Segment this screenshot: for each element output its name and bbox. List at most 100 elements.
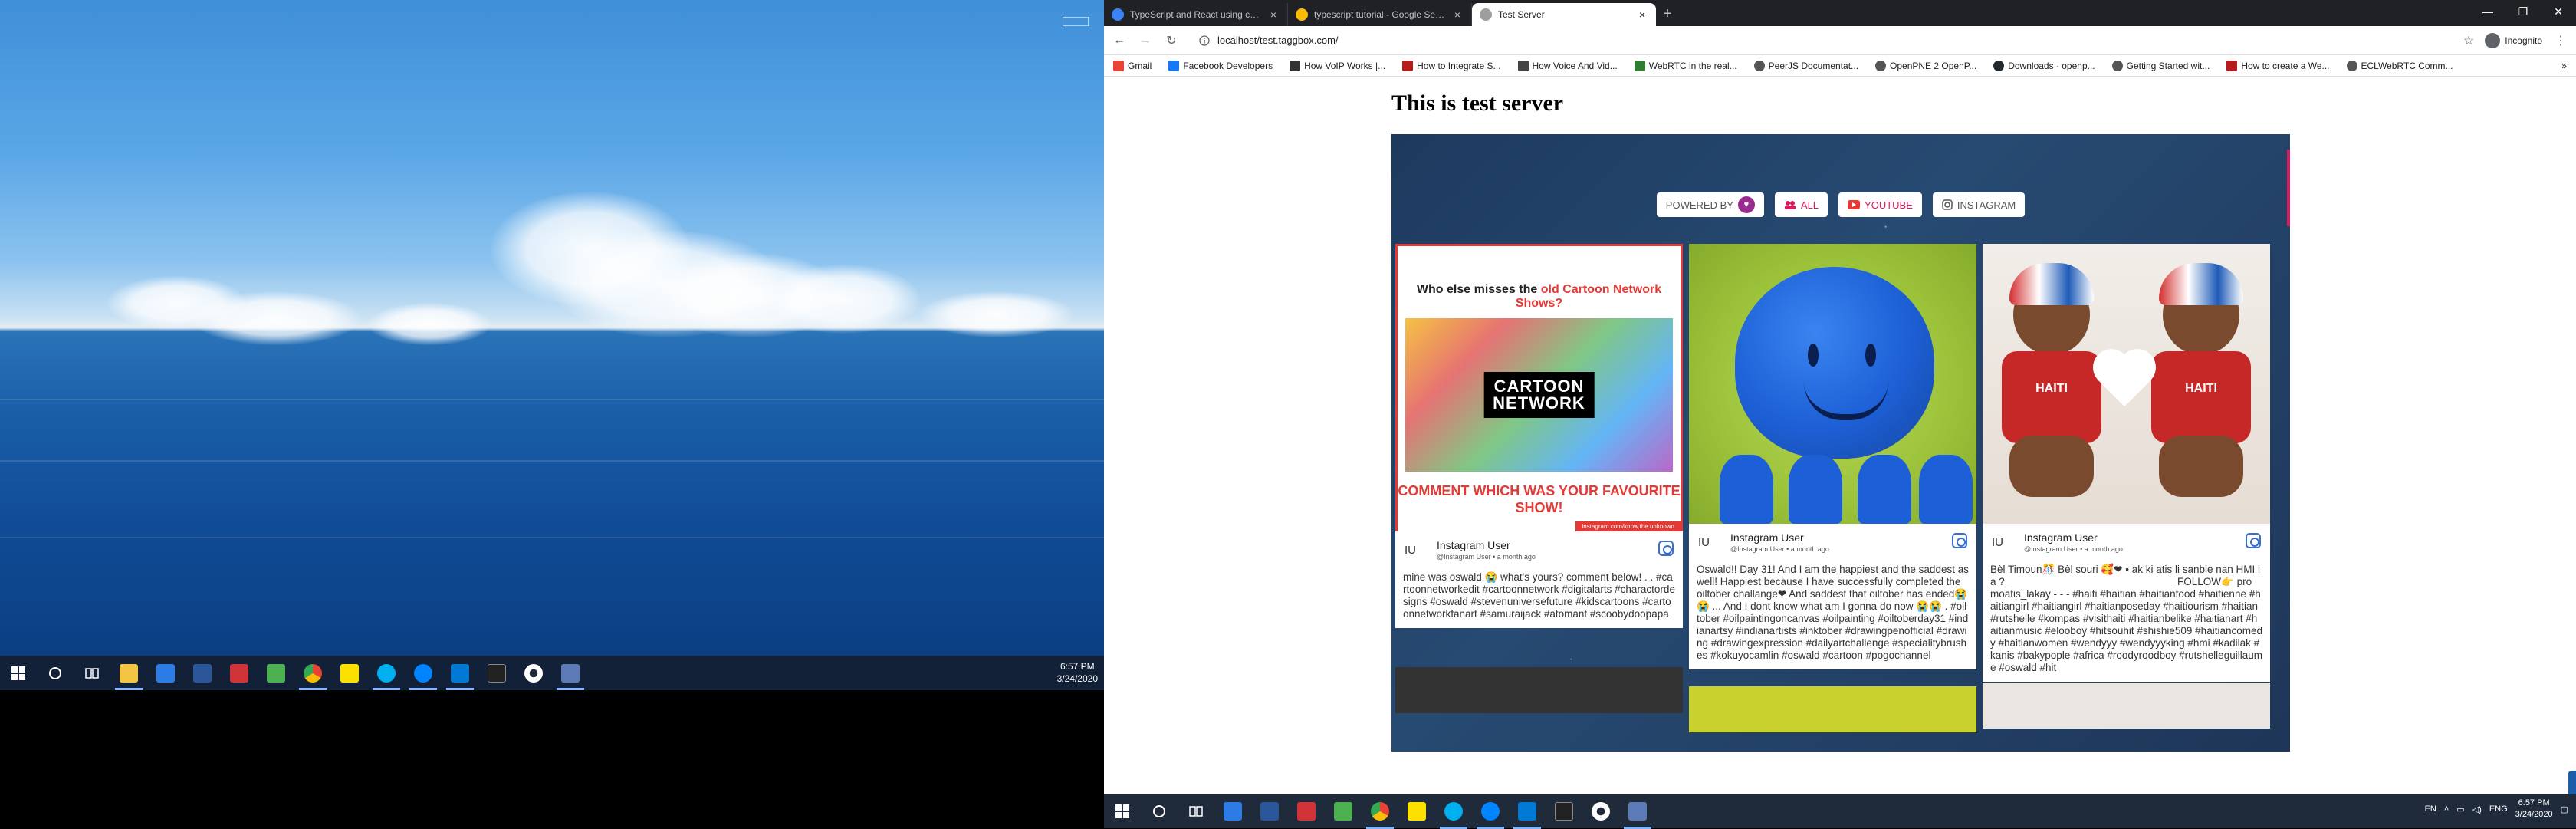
- language-indicator[interactable]: EN: [2425, 804, 2436, 814]
- incognito-indicator[interactable]: Incognito: [2485, 32, 2542, 48]
- sticky-button[interactable]: [331, 656, 368, 690]
- messenger-button[interactable]: [405, 656, 442, 690]
- post-card-partial[interactable]: [1983, 683, 2270, 729]
- powered-by-badge[interactable]: POWERED BY ♥: [1656, 192, 1764, 217]
- vscode-button[interactable]: [1509, 794, 1546, 829]
- settings-button[interactable]: [515, 656, 552, 690]
- post-image[interactable]: [1689, 244, 1976, 524]
- desktop-widget-icon[interactable]: [1063, 17, 1089, 26]
- bookmark-integrate[interactable]: How to Integrate S...: [1402, 60, 1501, 71]
- paint-button[interactable]: [1288, 794, 1325, 829]
- author-name: Instagram User: [1730, 531, 1804, 544]
- bookmark-voice-video[interactable]: How Voice And Vid...: [1517, 60, 1618, 71]
- bookmark-eclwebrtc[interactable]: ECLWebRTC Comm...: [2346, 60, 2453, 71]
- chrome-button[interactable]: [1362, 794, 1398, 829]
- file-explorer-button[interactable]: [110, 656, 147, 690]
- bookmark-peerjs[interactable]: PeerJS Documentat...: [1753, 60, 1858, 71]
- post-image[interactable]: HAITI HAITI: [1983, 244, 2270, 524]
- bookmark-facebook-developers[interactable]: Facebook Developers: [1168, 60, 1273, 71]
- notification-icon[interactable]: ▢: [2561, 804, 2568, 814]
- snipping-button[interactable]: [1325, 794, 1362, 829]
- sea-highlight: [0, 460, 1104, 462]
- post-image[interactable]: Who else misses the old Cartoon Network …: [1395, 244, 1683, 531]
- bookmark-voip[interactable]: How VoIP Works |...: [1290, 60, 1385, 71]
- cortana-button[interactable]: [37, 656, 74, 690]
- bookmarks-overflow-button[interactable]: »: [2561, 61, 2567, 71]
- mail-button[interactable]: [1214, 794, 1251, 829]
- tab-test-server[interactable]: Test Server ×: [1472, 3, 1656, 26]
- messenger-button[interactable]: [1472, 794, 1509, 829]
- incognito-label: Incognito: [2505, 35, 2542, 46]
- bookmark-downloads[interactable]: Downloads · openp...: [1993, 60, 2095, 71]
- menu-icon[interactable]: ⋮: [2553, 33, 2568, 48]
- close-tab-icon[interactable]: ×: [1451, 8, 1464, 21]
- filter-all-button[interactable]: ALL: [1774, 192, 1829, 217]
- back-button[interactable]: ←: [1112, 34, 1127, 48]
- post-card-partial[interactable]: [1395, 667, 1683, 713]
- instagram-icon[interactable]: [1952, 533, 1967, 548]
- close-tab-icon[interactable]: ×: [1636, 8, 1648, 21]
- sticky-button[interactable]: [1398, 794, 1435, 829]
- settings-icon: [1592, 802, 1610, 821]
- volume-icon[interactable]: ◁): [2472, 804, 2482, 814]
- chrome-button[interactable]: [294, 656, 331, 690]
- bookmark-webrtc[interactable]: WebRTC in the real...: [1634, 60, 1737, 71]
- post-card-partial[interactable]: [1689, 686, 1976, 732]
- start-icon: [1116, 804, 1129, 818]
- skype-button[interactable]: [1435, 794, 1472, 829]
- side-feedback-tab[interactable]: [2568, 771, 2576, 794]
- paint-button[interactable]: [221, 656, 258, 690]
- settings-button[interactable]: [1582, 794, 1619, 829]
- bookmark-getting-started[interactable]: Getting Started wit...: [2111, 60, 2210, 71]
- close-tab-icon[interactable]: ×: [1267, 8, 1280, 21]
- maximize-button[interactable]: ❐: [2505, 0, 2541, 23]
- post-card[interactable]: Who else misses the old Cartoon Network …: [1395, 244, 1683, 628]
- vscode-button[interactable]: [442, 656, 478, 690]
- remote-desktop-button[interactable]: [1619, 794, 1656, 829]
- left-taskbar-clock[interactable]: 6:57 PM 3/24/2020: [1057, 660, 1098, 685]
- paint-icon: [1297, 802, 1316, 821]
- task-view-button[interactable]: [1178, 794, 1214, 829]
- terminal-button[interactable]: [478, 656, 515, 690]
- cortana-button[interactable]: [1141, 794, 1178, 829]
- tab-google-search[interactable]: typescript tutorial - Google Sear... ×: [1288, 3, 1472, 26]
- input-language[interactable]: ENG: [2489, 804, 2508, 814]
- mail-button[interactable]: [147, 656, 184, 690]
- instagram-icon[interactable]: [2246, 533, 2261, 548]
- remote-desktop-button[interactable]: [552, 656, 589, 690]
- terminal-button[interactable]: [1546, 794, 1582, 829]
- reload-button[interactable]: ↻: [1164, 33, 1179, 48]
- filter-youtube-button[interactable]: YOUTUBE: [1838, 192, 1922, 217]
- instagram-icon[interactable]: [1658, 541, 1674, 556]
- start-button[interactable]: [0, 656, 37, 690]
- octopus-tentacle: [1789, 455, 1842, 524]
- bookmark-label: How to Integrate S...: [1417, 60, 1501, 71]
- powered-by-label: POWERED BY: [1665, 199, 1733, 211]
- minimize-button[interactable]: —: [2470, 0, 2505, 23]
- word-button[interactable]: [184, 656, 221, 690]
- bookmark-gmail[interactable]: Gmail: [1113, 60, 1152, 71]
- post-card[interactable]: HAITI HAITI IU Instagram User @Instagram…: [1983, 244, 2270, 682]
- address-bar[interactable]: localhost/test.taggbox.com/: [1190, 28, 2453, 52]
- chrome-icon: [304, 663, 322, 683]
- snipping-button[interactable]: [258, 656, 294, 690]
- octopus-eye: [1865, 344, 1876, 367]
- right-taskbar-clock[interactable]: 6:57 PM 3/24/2020: [2515, 798, 2553, 821]
- word-button[interactable]: [1251, 794, 1288, 829]
- author-handle-time: @Instagram User • a month ago: [1730, 545, 1829, 553]
- new-tab-button[interactable]: +: [1656, 3, 1679, 26]
- bookmark-openpne[interactable]: OpenPNE 2 OpenP...: [1875, 60, 1977, 71]
- filter-instagram-button[interactable]: INSTAGRAM: [1932, 192, 2026, 217]
- bookmark-label: OpenPNE 2 OpenP...: [1890, 60, 1977, 71]
- bookmark-create[interactable]: How to create a We...: [2226, 60, 2330, 71]
- forward-button[interactable]: →: [1138, 34, 1153, 48]
- bookmark-star-icon[interactable]: ☆: [2463, 33, 2474, 48]
- close-window-button[interactable]: ✕: [2541, 0, 2576, 23]
- tab-typescript-react[interactable]: TypeScript and React using crea... ×: [1104, 3, 1288, 26]
- skype-button[interactable]: [368, 656, 405, 690]
- post-card[interactable]: IU Instagram User @Instagram User • a mo…: [1689, 244, 1976, 669]
- network-icon[interactable]: ▭: [2456, 804, 2464, 814]
- task-view-button[interactable]: [74, 656, 110, 690]
- tray-chevron-icon[interactable]: ˄: [2444, 804, 2449, 814]
- start-button[interactable]: [1104, 794, 1141, 829]
